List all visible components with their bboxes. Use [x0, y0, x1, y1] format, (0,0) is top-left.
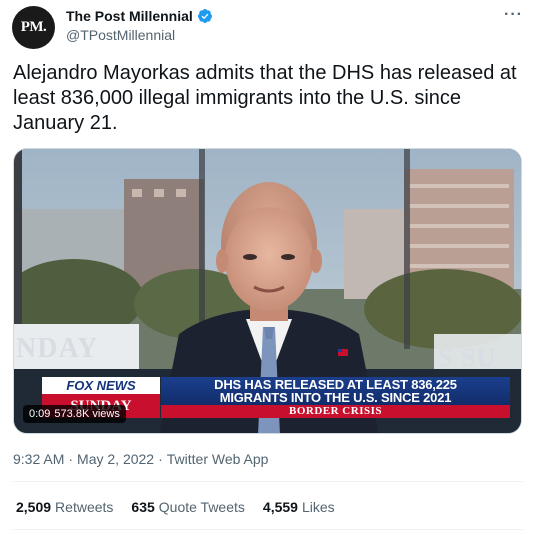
chyron-headline-line2: MIGRANTS INTO THE U.S. SINCE 2021 — [219, 390, 452, 405]
meta-separator: · — [158, 451, 163, 467]
meta-separator: · — [68, 451, 74, 467]
avatar-text: PM. — [20, 19, 47, 35]
quote-tweets-count: 635 — [131, 499, 155, 515]
video-current-time: 0:09 — [29, 408, 51, 420]
retweets-stat[interactable]: 2,509 Retweets — [16, 499, 113, 515]
display-name-row: The Post Millennial — [66, 7, 213, 25]
tweet-stats: 2,509 Retweets 635 Quote Tweets 4,559 Li… — [16, 499, 335, 515]
more-options-icon[interactable]: ··· — [504, 6, 523, 24]
retweets-label: Retweets — [55, 499, 114, 515]
likes-label: Likes — [301, 499, 335, 515]
tweet-meta: 9:32 AM · May 2, 2022 · Twitter Web App — [13, 451, 268, 467]
studio-text-right: S SU — [438, 343, 497, 372]
tweet-time[interactable]: 9:32 AM — [13, 451, 64, 467]
tweet: PM. The Post Millennial @TPostMillennial… — [0, 0, 537, 535]
verified-badge-icon — [197, 9, 212, 23]
tweet-date[interactable]: May 2, 2022 — [77, 451, 154, 467]
likes-count: 4,559 — [262, 499, 298, 515]
retweets-count: 2,509 — [16, 499, 52, 515]
tweet-text: Alejandro Mayorkas admits that the DHS h… — [13, 62, 517, 134]
quote-tweets-label: Quote Tweets — [158, 499, 245, 515]
video-time-badge: 0:09 573.8K views — [23, 405, 126, 423]
avatar[interactable]: PM. — [12, 6, 55, 49]
tweet-source[interactable]: Twitter Web App — [167, 451, 269, 467]
news-chyron: DHS HAS RELEASED AT LEAST 836,225 MIGRAN… — [161, 377, 510, 418]
quote-tweets-stat[interactable]: 635 Quote Tweets — [131, 499, 245, 515]
display-name[interactable]: The Post Millennial — [66, 8, 193, 24]
video-views: 573.8K views — [54, 408, 120, 420]
author-block: The Post Millennial @TPostMillennial — [66, 7, 213, 43]
divider — [13, 529, 523, 530]
chyron-tag: BORDER CRISIS — [161, 405, 510, 418]
divider — [13, 481, 523, 482]
handle[interactable]: @TPostMillennial — [66, 27, 213, 43]
studio-text-left: NDAY — [16, 333, 99, 364]
video-player[interactable]: NDAY S SU FOX NEWS SUNDAY DHS HAS RELEAS… — [13, 148, 522, 434]
fox-news-logo-text: FOX NEWS — [42, 377, 160, 394]
likes-stat[interactable]: 4,559 Likes — [263, 499, 335, 515]
chyron-headline: DHS HAS RELEASED AT LEAST 836,225 MIGRAN… — [161, 377, 510, 405]
